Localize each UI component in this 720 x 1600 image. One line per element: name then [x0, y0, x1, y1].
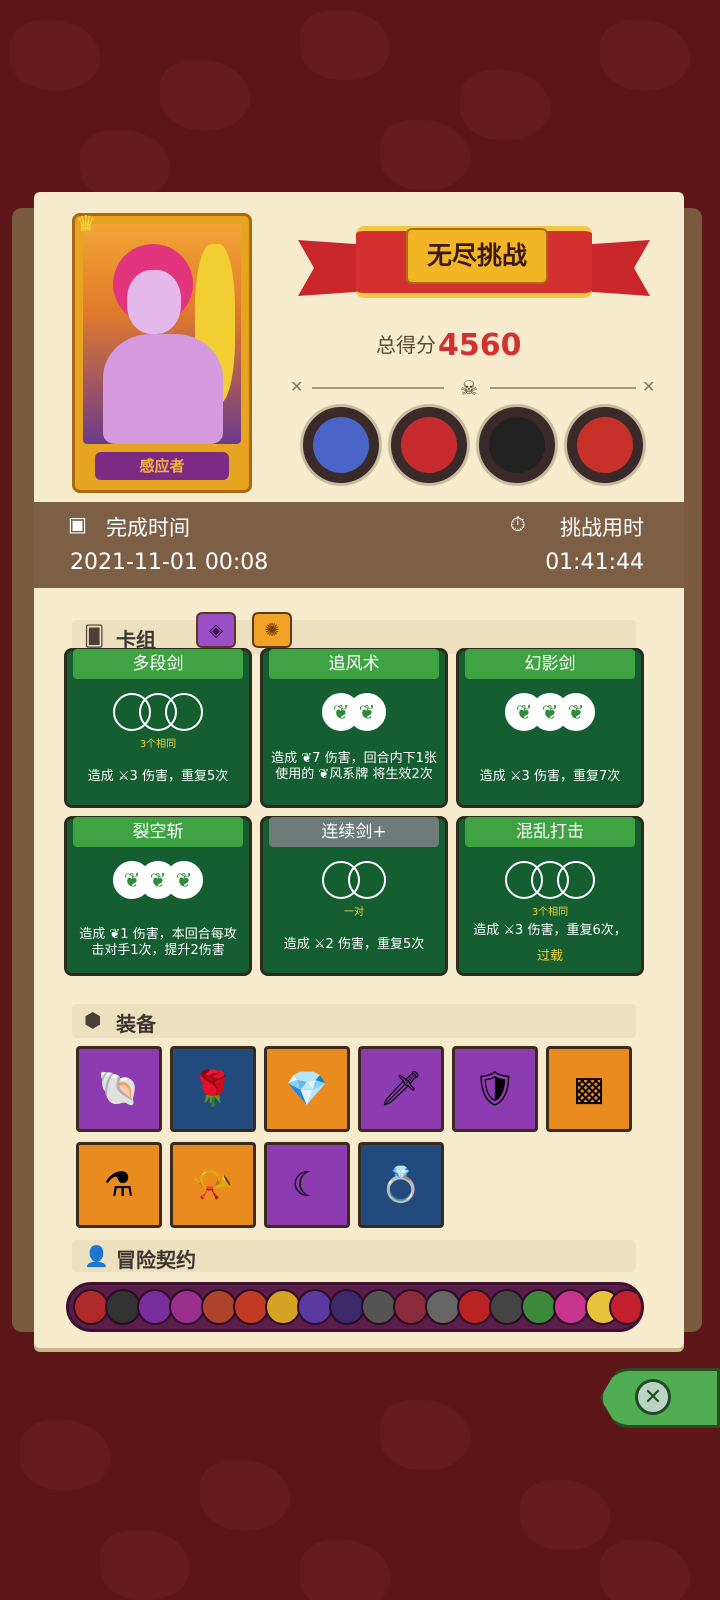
character-art [83, 224, 241, 444]
contract-token[interactable] [105, 1289, 141, 1325]
contract-token[interactable] [233, 1289, 269, 1325]
card-condition: 3个相同 [139, 739, 177, 750]
dagger-icon[interactable]: 🗡 [358, 1046, 444, 1132]
contract-token[interactable] [489, 1289, 525, 1325]
armor-icon[interactable]: 🛡 [452, 1046, 538, 1132]
deck-card[interactable]: 追风术 ❦ ❦ 造成 ❦7 伤害，回合内下1张使用的 ❦风系牌 将生效2次 [260, 648, 448, 808]
boss-portrait-4[interactable] [564, 404, 646, 486]
crown-icon: ♛ [76, 212, 96, 237]
contract-token[interactable] [169, 1289, 205, 1325]
boss-portrait-1[interactable] [300, 404, 382, 486]
contract-token[interactable] [329, 1289, 365, 1325]
card-condition: 3个相同 [531, 907, 569, 918]
card-overload: 过载 [536, 949, 563, 964]
card-name: 追风术 [269, 649, 439, 679]
time-strip: ▣ 完成时间 2021-11-01 00:08 ⏱ 挑战用时 01:41:44 [34, 502, 684, 588]
contracts-header: 👤 冒险契约 [72, 1240, 636, 1272]
deck-card[interactable]: 裂空斩 ❦ ❦ ❦ 造成 ❦1 伤害，本回合每攻击对手1次，提升2伤害 [64, 816, 252, 976]
eye-rune-tag[interactable]: ◈ [196, 612, 236, 648]
crossed-swords-icon: ✕ [642, 377, 656, 396]
gold-ring-icon[interactable]: 💍 [358, 1142, 444, 1228]
deck-card[interactable]: 连续剑+ 一对 造成 ⚔2 伤害，重复5次 [260, 816, 448, 976]
stopwatch-icon: ⏱ [510, 512, 526, 536]
green-tablet-icon[interactable]: ▩ [546, 1046, 632, 1132]
cube-icon: ⬢ [84, 1008, 102, 1032]
close-button[interactable]: ✕ [600, 1368, 720, 1428]
cards-icon: 🂠 [84, 624, 105, 648]
skull-icon: ☠ [460, 376, 478, 400]
card-desc: 造成 ❦7 伤害，回合内下1张使用的 ❦风系牌 将生效2次 [271, 751, 437, 782]
finish-time-label: 完成时间 [106, 516, 190, 540]
card-name: 混乱打击 [465, 817, 635, 847]
duration-label: 挑战用时 [560, 516, 644, 540]
card-desc: 造成 ⚔2 伤害，重复5次 [283, 937, 425, 952]
finish-time-value: 2021-11-01 00:08 [70, 550, 269, 575]
character-portrait[interactable]: 感应者 [72, 213, 252, 493]
score-value: 4560 [438, 328, 522, 363]
deck-card[interactable]: 多段剑 3个相同 造成 ⚔3 伤害，重复5次 [64, 648, 252, 808]
contract-token[interactable] [609, 1289, 641, 1325]
contract-token[interactable] [553, 1289, 589, 1325]
horn-icon[interactable]: 📯 [170, 1142, 256, 1228]
contract-token[interactable] [457, 1289, 493, 1325]
deck-card[interactable]: 幻影剑 ❦ ❦ ❦ 造成 ⚔3 伤害，重复7次 [456, 648, 644, 808]
card-name: 多段剑 [73, 649, 243, 679]
red-rose-icon[interactable]: 🌹 [170, 1046, 256, 1132]
contract-token[interactable] [393, 1289, 429, 1325]
boss-portrait-3[interactable] [476, 404, 558, 486]
contract-token-row [66, 1282, 644, 1332]
contract-token[interactable] [361, 1289, 397, 1325]
card-desc: 造成 ❦1 伤害，本回合每攻击对手1次，提升2伤害 [79, 927, 237, 958]
card-desc: 造成 ⚔3 伤害，重复7次 [479, 769, 621, 784]
card-desc: 造成 ⚔3 伤害，重复6次， [473, 923, 627, 938]
page-title: 无尽挑战 [406, 228, 548, 284]
total-score: 总得分4560 [376, 328, 522, 363]
contract-token[interactable] [73, 1289, 109, 1325]
pink-shell-icon[interactable]: 🐚 [76, 1046, 162, 1132]
duration-value: 01:41:44 [545, 550, 644, 575]
card-name: 连续剑+ [269, 817, 439, 847]
contract-token[interactable] [265, 1289, 301, 1325]
boss-portrait-2[interactable] [388, 404, 470, 486]
contract-token[interactable] [425, 1289, 461, 1325]
crossed-swords-icon: ✕ [290, 377, 304, 396]
contracts-title: 冒险契约 [116, 1248, 196, 1272]
calendar-icon: ▣ [68, 512, 87, 536]
contract-token[interactable] [521, 1289, 557, 1325]
equipment-header: ⬢ 装备 [72, 1004, 636, 1038]
card-name: 裂空斩 [73, 817, 243, 847]
equipment-title: 装备 [116, 1012, 156, 1036]
blue-stone-icon[interactable]: 💎 [264, 1046, 350, 1132]
potion-icon[interactable]: ⚗ [76, 1142, 162, 1228]
contract-token[interactable] [137, 1289, 173, 1325]
score-label: 总得分 [376, 333, 436, 357]
contract-token[interactable] [201, 1289, 237, 1325]
card-name: 幻影剑 [465, 649, 635, 679]
deck-card[interactable]: 混乱打击 3个相同 造成 ⚔3 伤害，重复6次， 过载 [456, 816, 644, 976]
card-condition: 一对 [344, 907, 364, 918]
card-desc: 造成 ⚔3 伤害，重复5次 [87, 769, 229, 784]
crescent-blade-icon[interactable]: ☾ [264, 1142, 350, 1228]
character-name: 感应者 [95, 452, 229, 480]
person-icon: 👤 [84, 1244, 109, 1268]
boss-divider: ✕ ☠ ✕ [290, 376, 658, 400]
wind-rune-tag[interactable]: ✺ [252, 612, 292, 648]
close-icon: ✕ [635, 1379, 671, 1415]
title-banner: 无尽挑战 [298, 222, 650, 314]
contract-token[interactable] [297, 1289, 333, 1325]
